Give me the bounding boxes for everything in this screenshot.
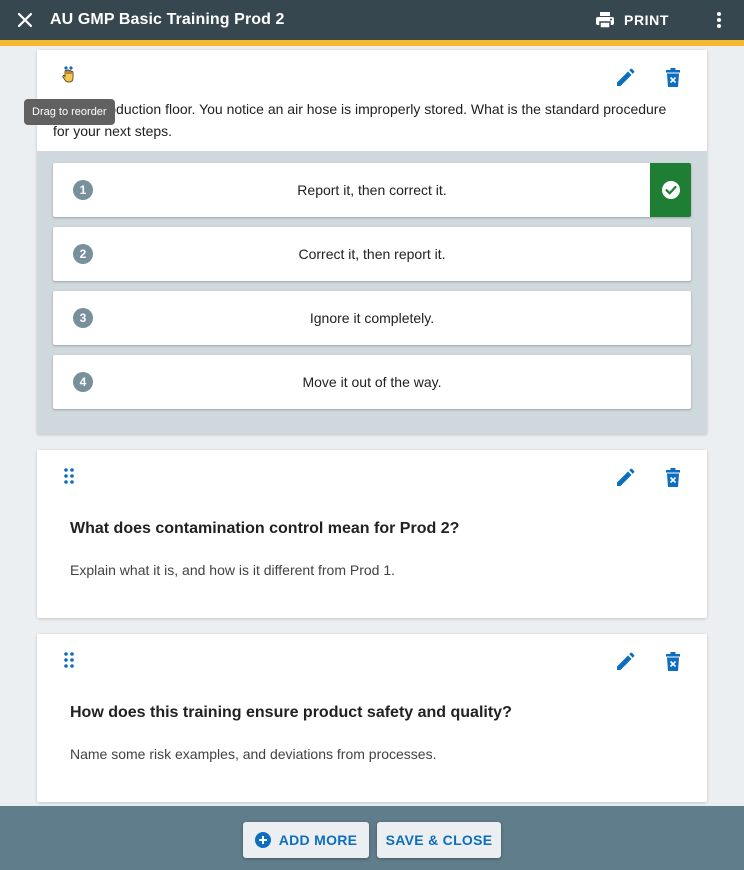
question-description: Name some risk examples, and deviations … [70, 746, 437, 762]
option-label: Report it, then correct it. [297, 182, 447, 198]
add-more-label: ADD MORE [278, 832, 358, 848]
pencil-icon [617, 468, 635, 486]
question-title: What does contamination control mean for… [70, 520, 460, 537]
answer-option-2[interactable]: 2 Correct it, then report it. [53, 227, 691, 281]
print-button[interactable]: PRINT [590, 0, 675, 40]
check-circle-icon [661, 181, 680, 199]
close-icon [17, 12, 33, 28]
drag-indicator-icon [64, 468, 74, 484]
trash-icon [666, 468, 680, 487]
drag-hand-cursor-icon [62, 66, 74, 83]
option-number: 1 [73, 180, 93, 200]
edit-button[interactable] [613, 650, 637, 674]
answer-option-3[interactable]: 3 Ignore it completely. [53, 291, 691, 345]
option-number: 4 [73, 372, 93, 392]
more-options-button[interactable] [704, 0, 734, 40]
delete-button[interactable] [661, 466, 685, 490]
add-circle-icon [254, 832, 271, 848]
drag-handle[interactable] [61, 650, 77, 670]
question-description: Explain what it is, and how is it differ… [70, 562, 396, 578]
save-close-button[interactable]: SAVE & CLOSE [377, 822, 501, 858]
pencil-icon [617, 68, 635, 86]
correct-answer-badge[interactable] [650, 163, 691, 217]
footer-bar: ADD MORE SAVE & CLOSE [0, 806, 744, 870]
option-label: Move it out of the way. [302, 374, 442, 390]
delete-button[interactable] [661, 650, 685, 674]
add-more-button[interactable]: ADD MORE [243, 822, 369, 858]
drag-indicator-icon [64, 652, 74, 668]
delete-button[interactable] [661, 66, 685, 90]
print-label: PRINT [624, 12, 669, 28]
edit-button[interactable] [613, 66, 637, 90]
drag-tooltip: Drag to reorder [24, 99, 115, 125]
close-button[interactable] [0, 0, 50, 40]
more-vert-icon [717, 12, 721, 28]
printer-icon [596, 12, 614, 28]
trash-icon [666, 652, 680, 671]
save-close-label: SAVE & CLOSE [385, 832, 493, 848]
trash-icon [666, 68, 680, 87]
app-header: AU GMP Basic Training Prod 2 PRINT [0, 0, 744, 40]
option-number: 3 [73, 308, 93, 328]
option-number: 2 [73, 244, 93, 264]
option-label: Correct it, then report it. [298, 246, 446, 262]
pencil-icon [617, 652, 635, 670]
question-title: How does this training ensure product sa… [70, 704, 512, 721]
drag-handle[interactable] [61, 466, 77, 486]
answer-options: 1 Report it, then correct it. 2 Correct … [37, 151, 707, 434]
answer-option-1[interactable]: 1 Report it, then correct it. [53, 163, 691, 217]
question-card: How does this training ensure product sa… [37, 634, 707, 802]
question-text: on the production floor. You notice an a… [53, 101, 667, 139]
question-card: What does contamination control mean for… [37, 450, 707, 618]
question-card: on the production floor. You notice an a… [37, 50, 707, 434]
page-title: AU GMP Basic Training Prod 2 [50, 11, 285, 28]
edit-button[interactable] [613, 466, 637, 490]
drag-handle[interactable] [61, 66, 77, 86]
answer-option-4[interactable]: 4 Move it out of the way. [53, 355, 691, 409]
questions-list[interactable]: on the production floor. You notice an a… [0, 46, 744, 806]
option-label: Ignore it completely. [309, 310, 435, 326]
